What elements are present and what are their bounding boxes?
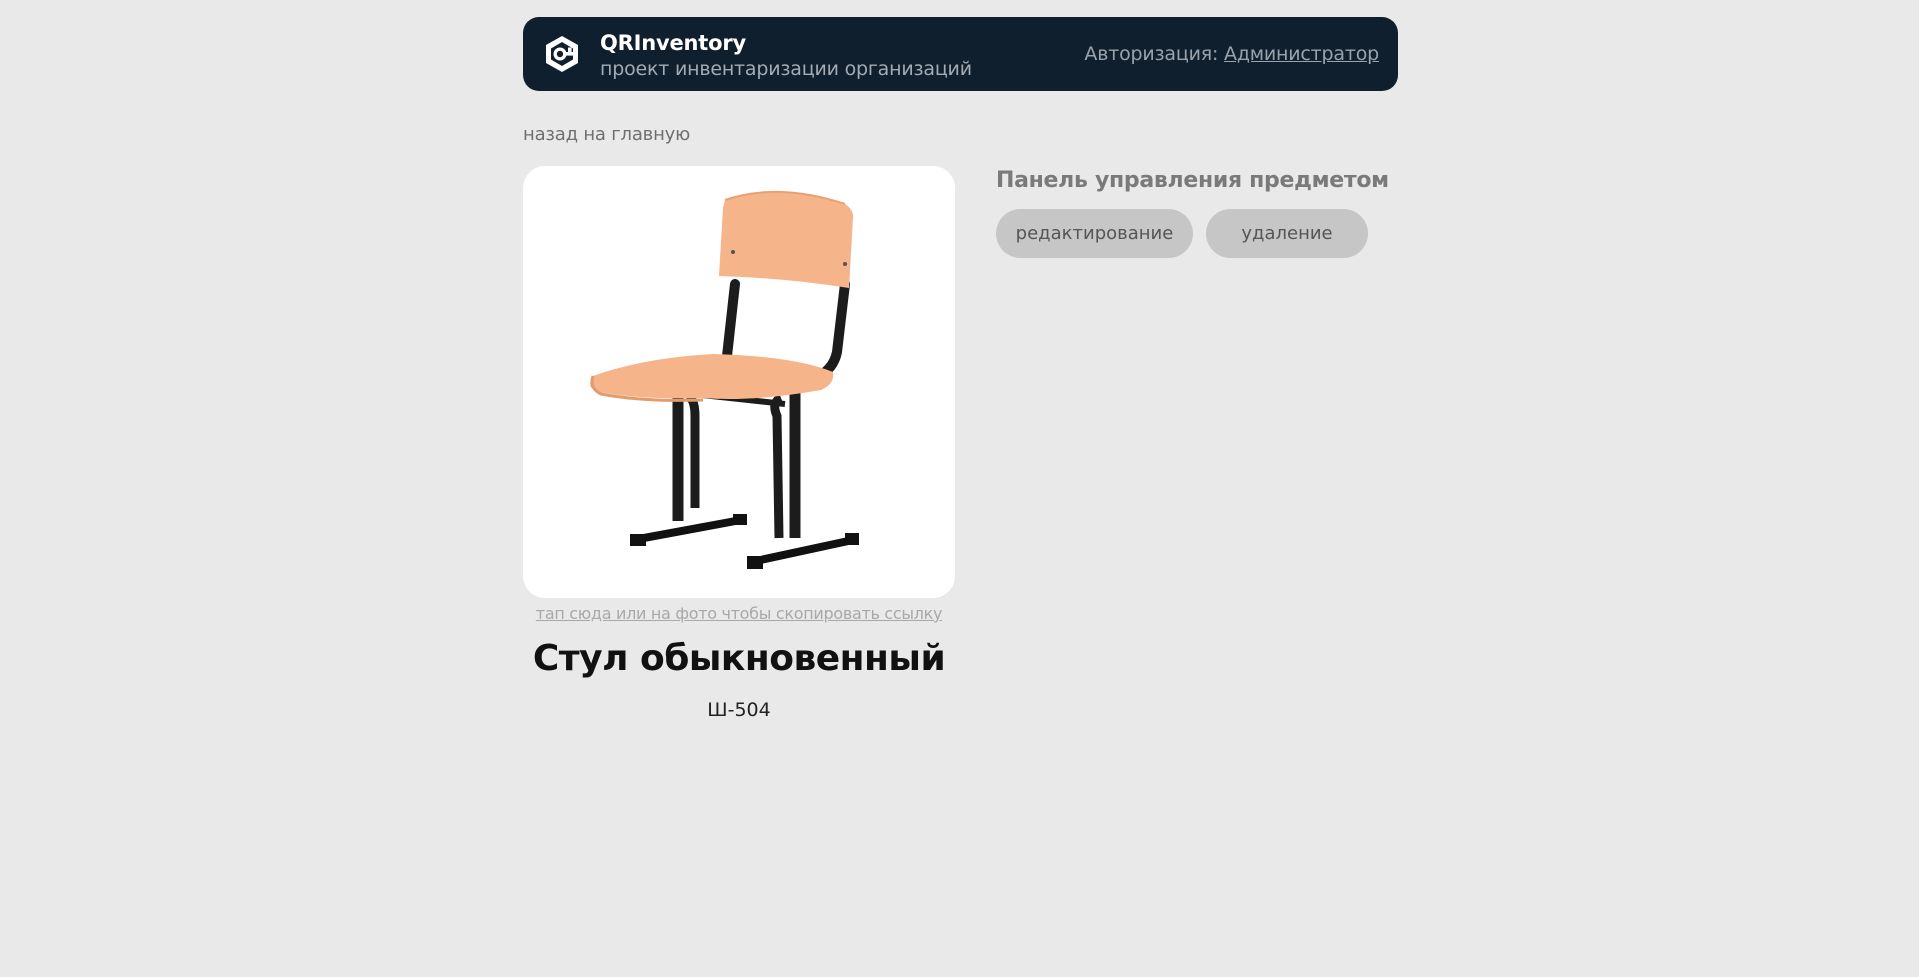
chair-image: [590, 190, 859, 569]
auth-user-link[interactable]: Администратор: [1224, 43, 1379, 65]
app-name: QRInventory: [600, 31, 746, 55]
app-subtitle: проект инвентаризации организаций: [600, 58, 972, 80]
back-to-home-link[interactable]: назад на главную: [523, 124, 690, 145]
delete-button[interactable]: удаление: [1206, 209, 1368, 258]
copy-link-hint[interactable]: тап сюда или на фото чтобы скопировать с…: [523, 604, 955, 623]
edit-button[interactable]: редактирование: [996, 209, 1193, 258]
qr-key-logo-icon: [546, 36, 578, 72]
auth-status: Авторизация: Администратор: [1084, 43, 1379, 65]
item-title: Стул обыкновенный: [532, 638, 946, 679]
control-panel-title: Панель управления предметом: [996, 168, 1389, 193]
item-code: Ш-504: [707, 699, 771, 721]
item-photo[interactable]: [523, 166, 955, 598]
app-header: QRInventory проект инвентаризации органи…: [523, 17, 1398, 91]
auth-label: Авторизация:: [1084, 43, 1225, 65]
